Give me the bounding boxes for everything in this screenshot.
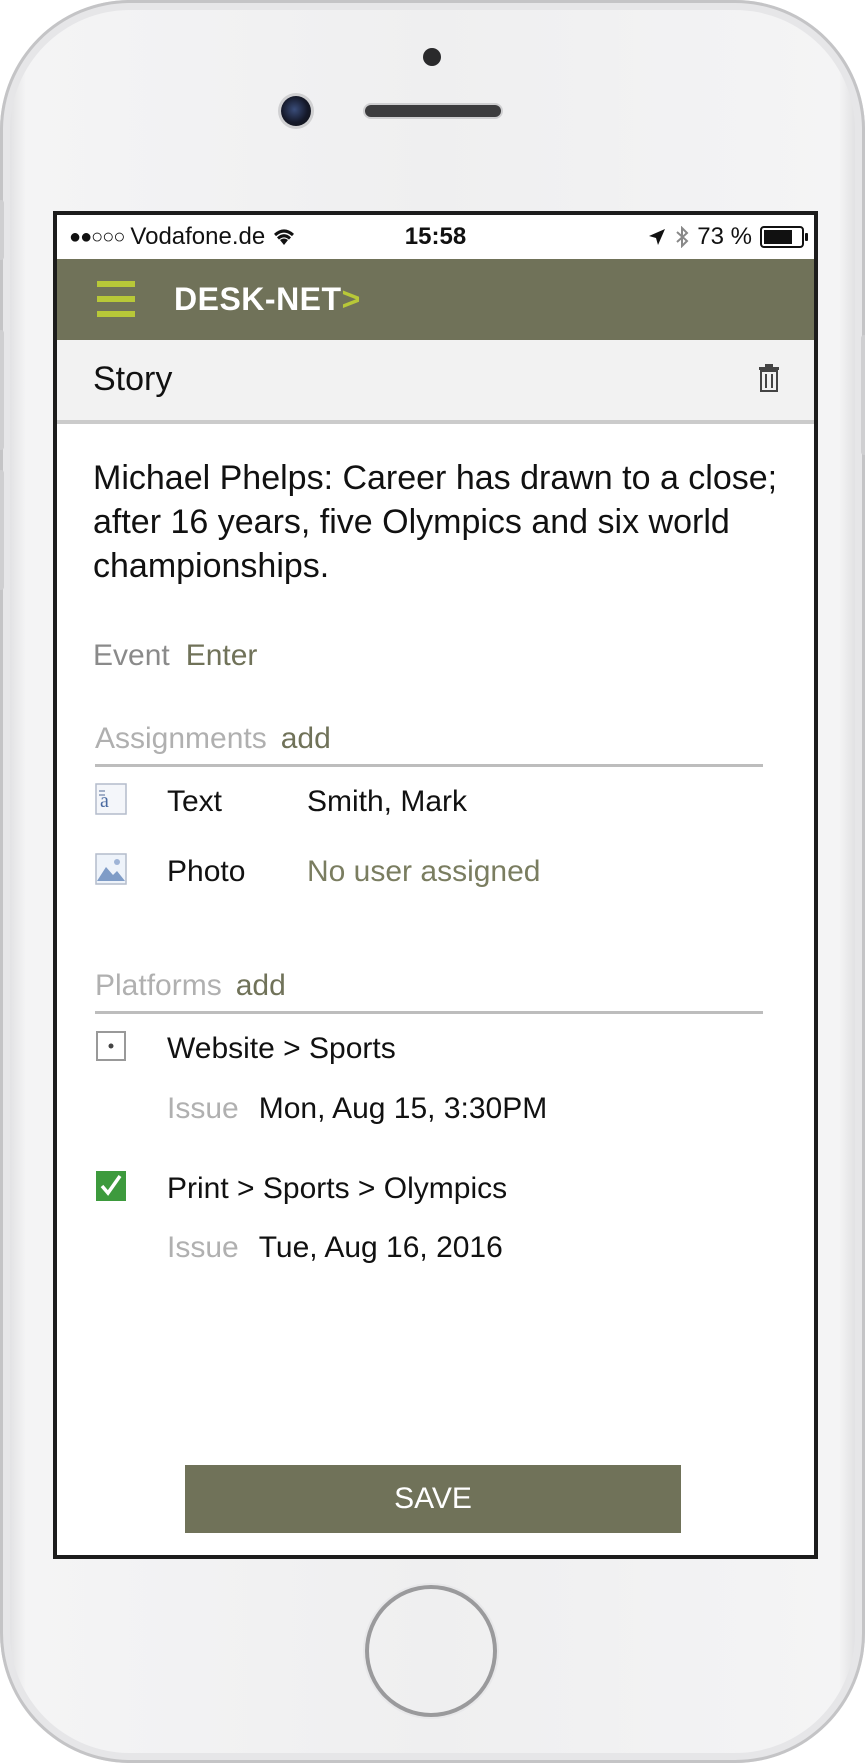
event-label: Event (93, 639, 170, 672)
front-camera (281, 96, 311, 126)
volume-down-button (0, 470, 4, 590)
save-button[interactable]: SAVE (185, 1465, 681, 1533)
unchecked-checkbox-icon[interactable] (95, 1030, 127, 1062)
event-enter-link[interactable]: Enter (186, 639, 258, 672)
platform-issue-print[interactable]: Issue Tue, Aug 16, 2016 (167, 1231, 503, 1265)
location-arrow-icon (649, 229, 666, 245)
home-button[interactable] (365, 1585, 497, 1717)
proximity-sensor (423, 48, 441, 66)
issue-value: Tue, Aug 16, 2016 (258, 1231, 503, 1264)
image-icon (95, 853, 127, 885)
issue-label: Issue (167, 1092, 239, 1125)
app-logo: DESK-NET> (174, 281, 361, 318)
platform-row-website[interactable]: Website > Sports (95, 1028, 775, 1072)
title-bar: Story (57, 340, 814, 424)
platform-issue-website[interactable]: Issue Mon, Aug 15, 3:30PM (167, 1092, 547, 1126)
page-title: Story (93, 360, 173, 398)
checked-checkbox-icon[interactable] (95, 1170, 127, 1202)
platforms-add-link[interactable]: add (236, 969, 286, 1002)
platforms-header: Platforms add (95, 969, 763, 1014)
assignment-assignee: Smith, Mark (307, 785, 468, 818)
app-navbar: DESK-NET> (57, 259, 814, 340)
assignments-header: Assignments add (95, 722, 763, 767)
assignments-heading: Assignments (95, 722, 267, 755)
battery-percent: 73 % (697, 223, 752, 250)
logo-text: DESK-NET (174, 281, 342, 317)
platforms-heading: Platforms (95, 969, 222, 1002)
assignments-add-link[interactable]: add (281, 722, 331, 755)
hamburger-menu-icon[interactable] (97, 281, 135, 317)
platform-name: Website > Sports (167, 1032, 396, 1065)
assignment-assignee: No user assigned (307, 855, 541, 888)
cancel-button[interactable]: CANCEL (185, 1550, 681, 1555)
assignment-type: Text (167, 785, 223, 818)
event-row: Event Enter (93, 639, 257, 673)
platform-name: Print > Sports > Olympics (167, 1172, 508, 1205)
assignment-type: Photo (167, 855, 246, 888)
screen: ●●○○○ Vodafone.de 15:58 73 % DESK-NET> S… (53, 211, 818, 1559)
phone-frame: ●●○○○ Vodafone.de 15:58 73 % DESK-NET> S… (0, 0, 865, 1763)
battery-icon (760, 226, 808, 248)
volume-up-button (0, 330, 4, 450)
platform-row-print[interactable]: Print > Sports > Olympics (95, 1168, 775, 1212)
logo-arrow: > (341, 281, 361, 317)
bluetooth-icon (676, 226, 689, 248)
svg-text:a: a (100, 790, 109, 812)
earpiece-speaker (365, 105, 501, 117)
assignment-row-photo[interactable]: Photo No user assigned (95, 851, 775, 895)
text-doc-icon: a (95, 783, 127, 815)
trash-icon[interactable] (758, 364, 780, 392)
story-headline[interactable]: Michael Phelps: Career has drawn to a cl… (93, 456, 783, 588)
assignment-row-text[interactable]: a Text Smith, Mark (95, 781, 775, 825)
issue-label: Issue (167, 1231, 239, 1264)
status-bar: ●●○○○ Vodafone.de 15:58 73 % (57, 215, 814, 259)
power-button (861, 335, 865, 455)
issue-value: Mon, Aug 15, 3:30PM (258, 1092, 548, 1125)
mute-switch (0, 200, 4, 260)
